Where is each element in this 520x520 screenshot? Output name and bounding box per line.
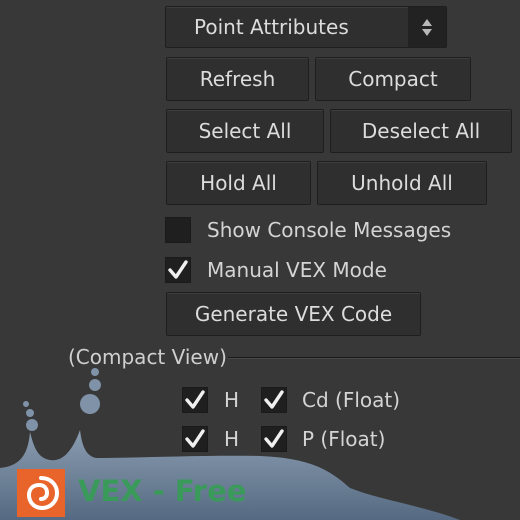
watermark-text: VEX - Free: [78, 474, 247, 508]
manual-vex-label: Manual VEX Mode: [207, 258, 387, 282]
houdini-logo-icon: [17, 469, 65, 517]
checkmark-icon: [168, 260, 188, 279]
refresh-button[interactable]: Refresh: [166, 57, 309, 101]
row2-attribute-checkbox[interactable]: [261, 426, 287, 452]
show-console-label: Show Console Messages: [207, 218, 452, 242]
hold-all-button[interactable]: Hold All: [166, 161, 311, 205]
dropdown-arrows-icon: [408, 7, 446, 47]
row2-attribute-label: P (Float): [302, 427, 386, 451]
attribute-class-dropdown[interactable]: Point Attributes: [165, 6, 447, 48]
row2-flag-label: H: [224, 427, 240, 451]
row2-hold-checkbox[interactable]: [182, 426, 208, 452]
manual-vex-checkbox[interactable]: [165, 257, 191, 283]
compact-view-title: (Compact View): [68, 345, 227, 369]
row1-attribute-checkbox[interactable]: [261, 387, 287, 413]
row1-attribute-label: Cd (Float): [302, 388, 401, 412]
row1-flag-label: H: [224, 388, 240, 412]
checkmark-icon: [264, 429, 284, 448]
select-all-button[interactable]: Select All: [166, 109, 324, 153]
unhold-all-button[interactable]: Unhold All: [317, 161, 487, 205]
compact-button[interactable]: Compact: [315, 57, 471, 101]
checkmark-icon: [185, 390, 205, 409]
dropdown-value: Point Attributes: [194, 15, 349, 39]
checkmark-icon: [185, 429, 205, 448]
show-console-checkbox[interactable]: [165, 217, 191, 243]
generate-vex-code-button[interactable]: Generate VEX Code: [166, 292, 421, 336]
row1-hold-checkbox[interactable]: [182, 387, 208, 413]
checkmark-icon: [264, 390, 284, 409]
deselect-all-button[interactable]: Deselect All: [330, 109, 512, 153]
section-divider: [228, 357, 520, 358]
